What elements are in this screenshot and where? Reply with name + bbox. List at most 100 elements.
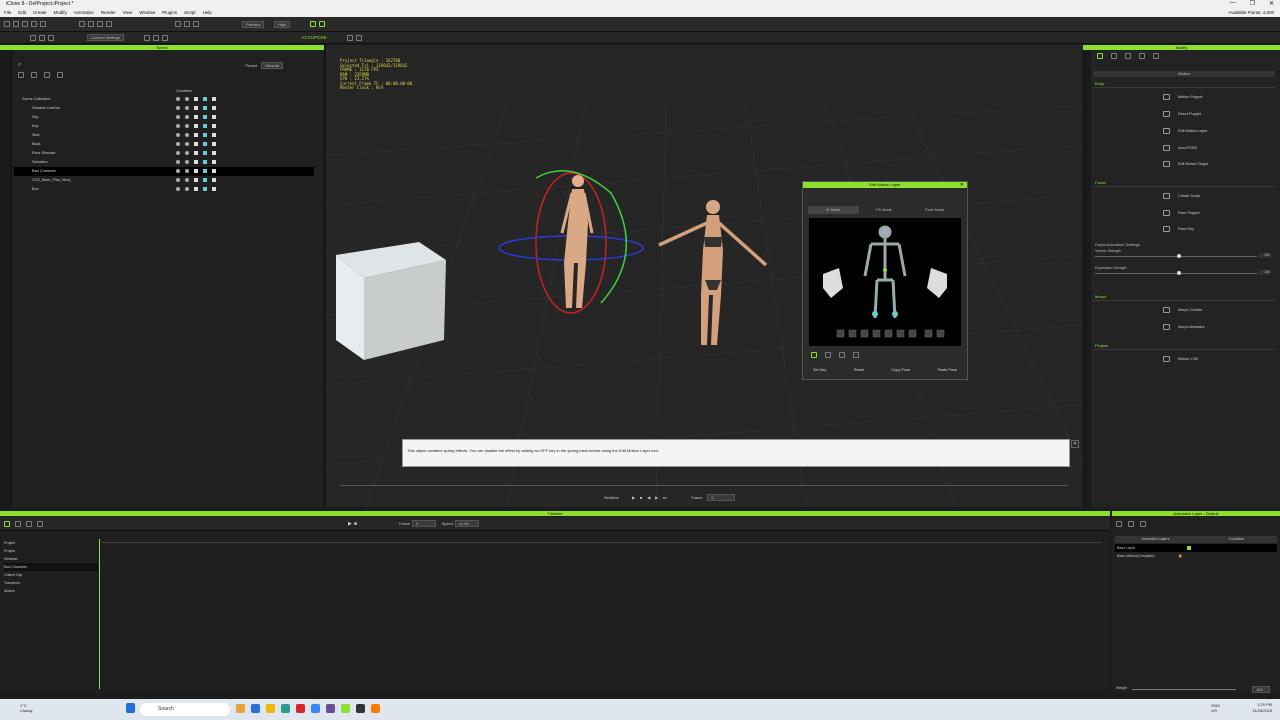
timeline-track[interactable]: Bad Character [4,563,98,571]
filter-icon[interactable] [44,72,50,78]
reset-button[interactable]: Reset [850,368,868,372]
visibility-icon[interactable] [176,142,180,146]
state-icon[interactable] [194,124,198,128]
redo-icon[interactable] [40,21,46,27]
bad-character[interactable] [496,163,646,333]
visibility-icon[interactable] [185,106,189,110]
merge-layer-icon[interactable] [1140,521,1146,527]
app-icon[interactable] [356,704,365,713]
tab-pose-mode[interactable]: Pose Mode [909,206,960,214]
grid-icon[interactable] [193,21,199,27]
app-icon[interactable] [326,704,335,713]
visibility-icon[interactable] [185,142,189,146]
state-icon[interactable] [203,124,207,128]
condition-icons[interactable] [176,115,216,119]
settings-tab-icon[interactable] [1153,53,1159,59]
add-icon[interactable] [18,72,24,78]
time-slider[interactable] [340,485,1068,486]
move-icon[interactable] [88,21,94,27]
visibility-icon[interactable] [185,124,189,128]
orbit-icon[interactable] [48,34,54,41]
state-icon[interactable] [194,178,198,182]
state-icon[interactable] [203,151,207,155]
state-icon[interactable] [212,160,216,164]
viseme-strength-slider[interactable]: Viseme Strength 100 [1095,249,1275,258]
visibility-icon[interactable] [185,178,189,182]
quality-dropdown[interactable]: High [274,20,291,28]
minimize-button[interactable]: — [1230,0,1236,7]
app-icon[interactable] [341,704,350,713]
maximize-button[interactable]: ❐ [1250,0,1255,7]
zoom-icon[interactable] [153,34,160,41]
condition-icons[interactable] [176,187,216,191]
app-icon[interactable] [371,704,380,713]
state-icon[interactable] [212,151,216,155]
end-icon[interactable]: ⏭ [663,496,666,500]
app-icon[interactable] [281,704,290,713]
scene-tree-row[interactable]: Sky [14,113,314,122]
weight-slider[interactable] [1132,689,1236,690]
morph-creator-button[interactable]: Morph Creator [1163,307,1202,313]
timeline-track[interactable]: Switcher [4,555,98,563]
state-icon[interactable] [194,142,198,146]
state-icon[interactable] [212,169,216,173]
app-icon[interactable] [296,704,305,713]
state-icon[interactable] [203,169,207,173]
state-icon[interactable] [212,97,216,101]
scene-tree-row[interactable]: Side [14,131,314,140]
motion-live-button[interactable]: Motion LIVE [1163,356,1199,362]
app-icon[interactable] [266,704,275,713]
state-icon[interactable] [203,97,207,101]
rotate-icon[interactable] [97,21,103,27]
camera-view-icon[interactable] [30,34,36,41]
delete-layer-icon[interactable] [1128,521,1134,527]
visibility-icon[interactable] [176,151,180,155]
visibility-icon[interactable] [185,115,189,119]
scale-icon[interactable] [106,21,112,27]
anim-layer-row[interactable]: Base Layer [1115,544,1277,552]
state-icon[interactable] [203,106,207,110]
view-icon[interactable] [144,34,151,41]
expression-strength-slider[interactable]: Expression Strength 100 [1095,266,1275,275]
state-icon[interactable] [212,124,216,128]
state-icon[interactable] [194,169,198,173]
face-key-button[interactable]: Face Key [1163,226,1194,232]
scene-tree-row[interactable]: Box [14,185,314,194]
state-icon[interactable] [212,178,216,182]
state-icon[interactable] [203,160,207,164]
light-icon[interactable] [184,21,190,27]
frame-icon[interactable] [162,34,169,41]
viewport[interactable]: Project Triangle : 162760 Selected Tri :… [326,45,1082,507]
tl-track-icon[interactable] [37,520,43,527]
condition-icons[interactable] [176,106,216,110]
scene-tree-row[interactable]: Shadow Catcher [14,104,314,113]
morph-animator-button[interactable]: Morph Animator [1163,324,1205,330]
menu-window[interactable]: Window [139,10,155,15]
visibility-icon[interactable] [185,187,189,191]
condition-icons[interactable] [176,178,216,182]
layer-enable-icon[interactable] [1187,546,1191,550]
skeleton-diagram[interactable] [809,218,961,346]
weight-value[interactable]: 100 [1252,686,1270,693]
attribute-tab-icon[interactable] [1111,53,1117,59]
menu-edit[interactable]: Edit [18,10,26,15]
select-icon[interactable] [79,21,85,27]
menu-render[interactable]: Render [101,10,116,15]
close-button[interactable]: ✕ [1269,0,1274,7]
tl-key-icon[interactable] [4,520,10,527]
app-icon[interactable] [311,704,320,713]
visibility-icon[interactable] [185,169,189,173]
state-icon[interactable] [203,187,207,191]
menu-file[interactable]: File [4,10,11,15]
lock-pose-icon[interactable] [853,352,859,358]
condition-icons[interactable] [176,142,216,146]
state-icon[interactable] [194,106,198,110]
visibility-icon[interactable] [176,133,180,137]
state-icon[interactable] [203,115,207,119]
neutral-character[interactable] [651,195,771,355]
system-clock[interactable]: 1:29 PM 11/28/2025 [1252,702,1272,714]
state-icon[interactable] [203,142,207,146]
state-icon[interactable] [203,133,207,137]
timeline-track[interactable]: Motion [4,587,98,595]
tl-filter-icon[interactable] [15,520,21,527]
